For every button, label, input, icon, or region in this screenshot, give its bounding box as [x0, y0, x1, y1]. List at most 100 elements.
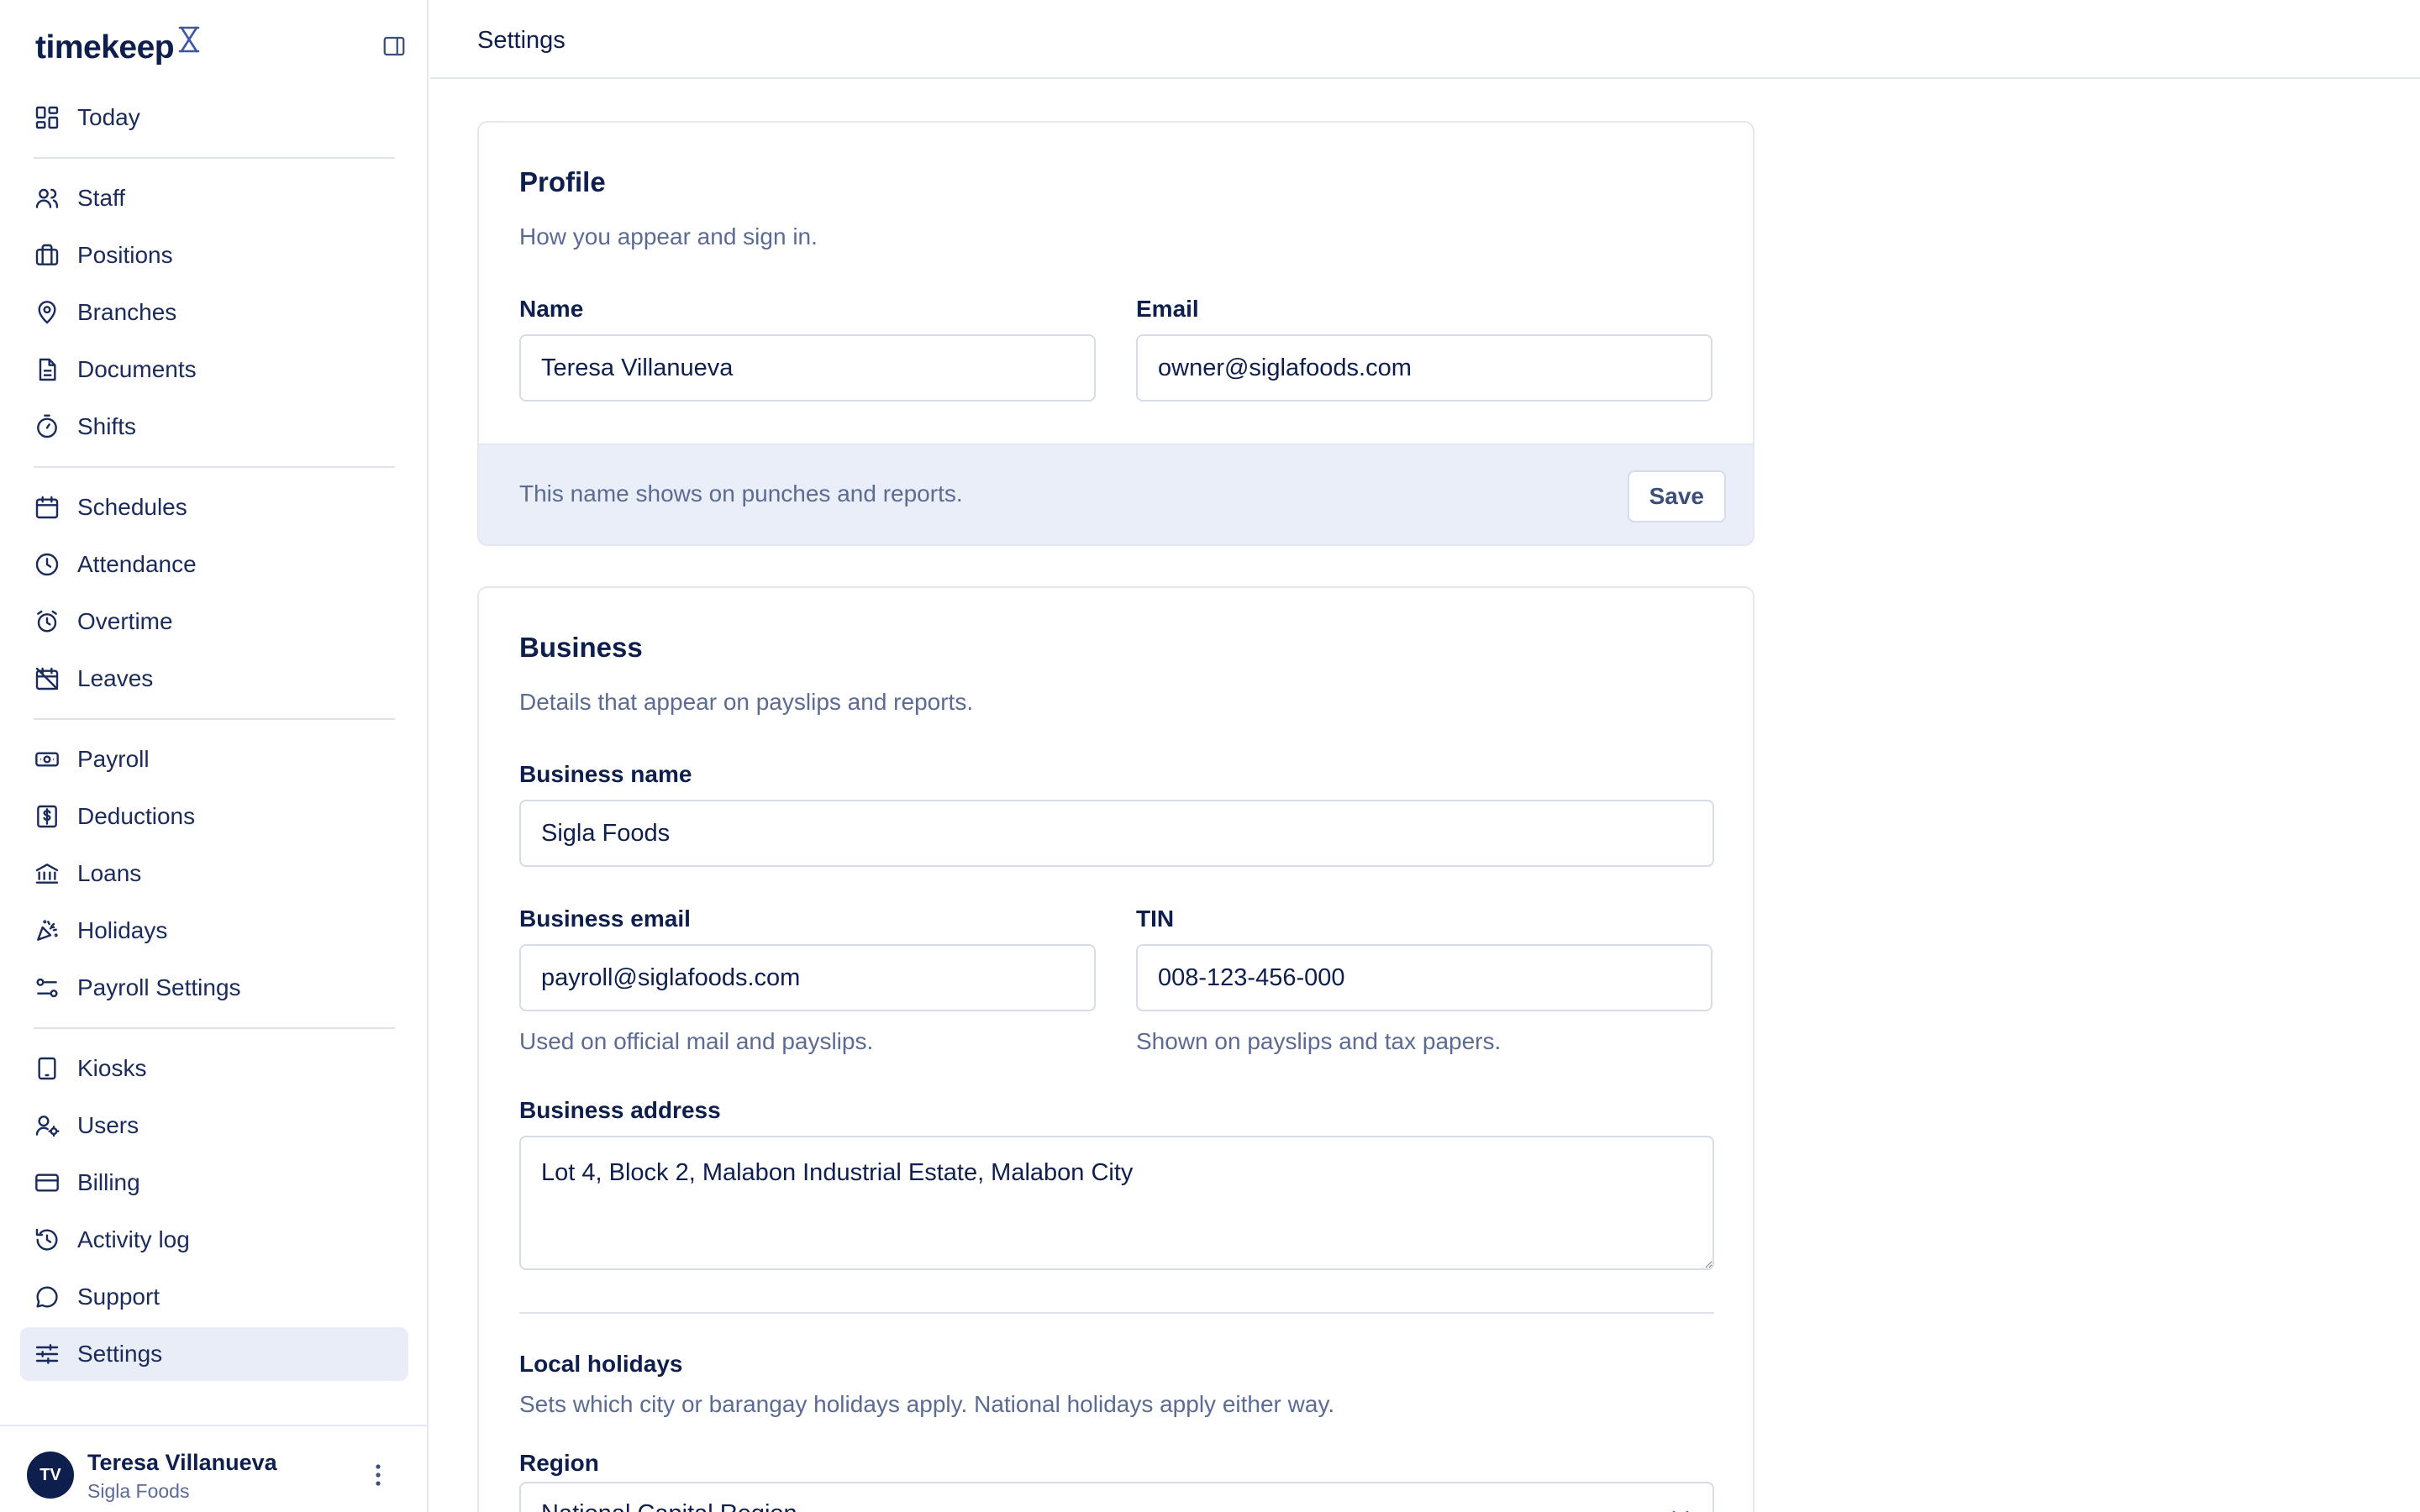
- sidebar-item-schedules[interactable]: Schedules: [20, 480, 408, 534]
- business-email-label: Business email: [519, 906, 691, 932]
- sidebar-item-billing[interactable]: Billing: [20, 1156, 408, 1210]
- region-label: Region: [519, 1450, 599, 1476]
- user-profile-menu[interactable]: TV Teresa Villanueva Sigla Foods: [0, 1425, 427, 1512]
- sidebar-item-label: Overtime: [77, 608, 173, 634]
- sidebar-divider: [34, 157, 395, 159]
- sidebar-item-label: Schedules: [77, 494, 187, 520]
- sidebar-item-positions[interactable]: Positions: [20, 228, 408, 282]
- receipt-dollar-icon: [34, 803, 60, 830]
- sidebar-item-payroll-settings[interactable]: Payroll Settings: [20, 961, 408, 1015]
- business-name-label: Business name: [519, 761, 692, 787]
- map-pin-icon: [34, 299, 60, 326]
- credit-card-icon: [34, 1169, 60, 1196]
- briefcase-icon: [34, 242, 60, 269]
- name-label: Name: [519, 296, 584, 322]
- sidebar-item-label: Settings: [77, 1341, 163, 1367]
- tablet-icon: [34, 1055, 60, 1082]
- sidebar-item-label: Deductions: [77, 803, 196, 829]
- sidebar-item-label: Loans: [77, 860, 142, 886]
- dashboard-icon: [34, 104, 60, 131]
- name-field[interactable]: [519, 334, 1096, 402]
- document-icon: [34, 356, 60, 383]
- business-card: Business Details that appear on payslips…: [477, 586, 1754, 1512]
- sidebar-toggle-icon[interactable]: [380, 32, 408, 60]
- sidebar-item-label: Attendance: [77, 551, 197, 577]
- sidebar-item-shifts[interactable]: Shifts: [20, 400, 408, 454]
- sidebar-item-label: Shifts: [77, 413, 137, 439]
- tin-hint: Shown on payslips and tax papers.: [1136, 1028, 1502, 1054]
- business-name-field[interactable]: [519, 800, 1714, 867]
- banknote-icon: [34, 746, 60, 773]
- region-select[interactable]: National Capital Region: [519, 1482, 1714, 1512]
- sidebar-item-label: Staff: [77, 185, 126, 211]
- sidebar-item-users[interactable]: Users: [20, 1099, 408, 1152]
- sidebar-item-label: Users: [77, 1112, 139, 1138]
- business-email-hint: Used on official mail and payslips.: [519, 1028, 874, 1054]
- tin-field[interactable]: [1136, 944, 1712, 1011]
- sidebar-item-staff[interactable]: Staff: [20, 171, 408, 225]
- sidebar-item-settings[interactable]: Settings: [20, 1327, 408, 1381]
- region-select-value: National Capital Region: [541, 1500, 797, 1512]
- sliders-icon: [34, 1341, 60, 1368]
- local-holidays-subtitle: Sets which city or barangay holidays app…: [519, 1391, 1335, 1417]
- user-name: Teresa Villanueva: [87, 1450, 277, 1475]
- settings-sliders-icon: [34, 974, 60, 1001]
- sidebar-item-label: Payroll Settings: [77, 974, 241, 1000]
- sidebar-item-holidays[interactable]: Holidays: [20, 904, 408, 958]
- business-address-label: Business address: [519, 1097, 721, 1123]
- sidebar-item-overtime[interactable]: Overtime: [20, 595, 408, 648]
- save-button[interactable]: Save: [1627, 470, 1726, 522]
- page-title: Settings: [477, 27, 566, 54]
- calendar-icon: [34, 494, 60, 521]
- calendar-off-icon: [34, 665, 60, 692]
- sidebar-item-label: Leaves: [77, 665, 154, 691]
- sidebar-item-leaves[interactable]: Leaves: [20, 652, 408, 706]
- alarm-clock-icon: [34, 608, 60, 635]
- bank-icon: [34, 860, 60, 887]
- sidebar-item-label: Branches: [77, 299, 177, 325]
- email-field[interactable]: [1136, 334, 1712, 402]
- sidebar-item-kiosks[interactable]: Kiosks: [20, 1042, 408, 1095]
- profile-footer-hint: This name shows on punches and reports.: [519, 480, 963, 507]
- sidebar-item-label: Documents: [77, 356, 197, 382]
- business-title: Business: [519, 632, 643, 663]
- business-subtitle: Details that appear on payslips and repo…: [519, 689, 974, 715]
- avatar: TV: [27, 1452, 74, 1499]
- chevron-down-icon: [1667, 1502, 1694, 1512]
- profile-card: Profile How you appear and sign in. Name…: [477, 121, 1754, 546]
- sidebar-item-label: Positions: [77, 242, 173, 268]
- sidebar-item-label: Support: [77, 1284, 160, 1310]
- sidebar-item-attendance[interactable]: Attendance: [20, 538, 408, 591]
- sidebar-item-payroll[interactable]: Payroll: [20, 732, 408, 786]
- sidebar-item-label: Billing: [77, 1169, 140, 1195]
- sidebar-divider: [34, 1027, 395, 1029]
- sidebar: timekeep Today Staff Positions Branches …: [0, 0, 429, 1512]
- business-address-field[interactable]: Lot 4, Block 2, Malabon Industrial Estat…: [519, 1136, 1714, 1270]
- sidebar-divider: [34, 718, 395, 720]
- chat-bubble-icon: [34, 1284, 60, 1310]
- hourglass-icon: [177, 25, 201, 58]
- user-gear-icon: [34, 1112, 60, 1139]
- brand-name: timekeep: [35, 29, 175, 66]
- top-bar: Settings: [430, 0, 2420, 79]
- sidebar-item-deductions[interactable]: Deductions: [20, 790, 408, 843]
- sidebar-item-label: Activity log: [77, 1226, 190, 1252]
- profile-title: Profile: [519, 166, 606, 197]
- sidebar-item-support[interactable]: Support: [20, 1270, 408, 1324]
- sidebar-item-loans[interactable]: Loans: [20, 847, 408, 900]
- users-icon: [34, 185, 60, 212]
- brand-logo[interactable]: timekeep: [35, 25, 201, 71]
- profile-subtitle: How you appear and sign in.: [519, 223, 818, 249]
- business-email-field[interactable]: [519, 944, 1096, 1011]
- more-vertical-icon[interactable]: [363, 1460, 393, 1490]
- user-org: Sigla Foods: [87, 1480, 190, 1502]
- clock-icon: [34, 551, 60, 578]
- sidebar-item-label: Holidays: [77, 917, 168, 943]
- sidebar-item-activity-log[interactable]: Activity log: [20, 1213, 408, 1267]
- local-holidays-title: Local holidays: [519, 1351, 683, 1377]
- sidebar-item-today[interactable]: Today: [20, 91, 408, 144]
- sidebar-item-documents[interactable]: Documents: [20, 343, 408, 396]
- profile-card-footer: This name shows on punches and reports. …: [479, 444, 1753, 544]
- sidebar-item-branches[interactable]: Branches: [20, 286, 408, 339]
- stopwatch-icon: [34, 413, 60, 440]
